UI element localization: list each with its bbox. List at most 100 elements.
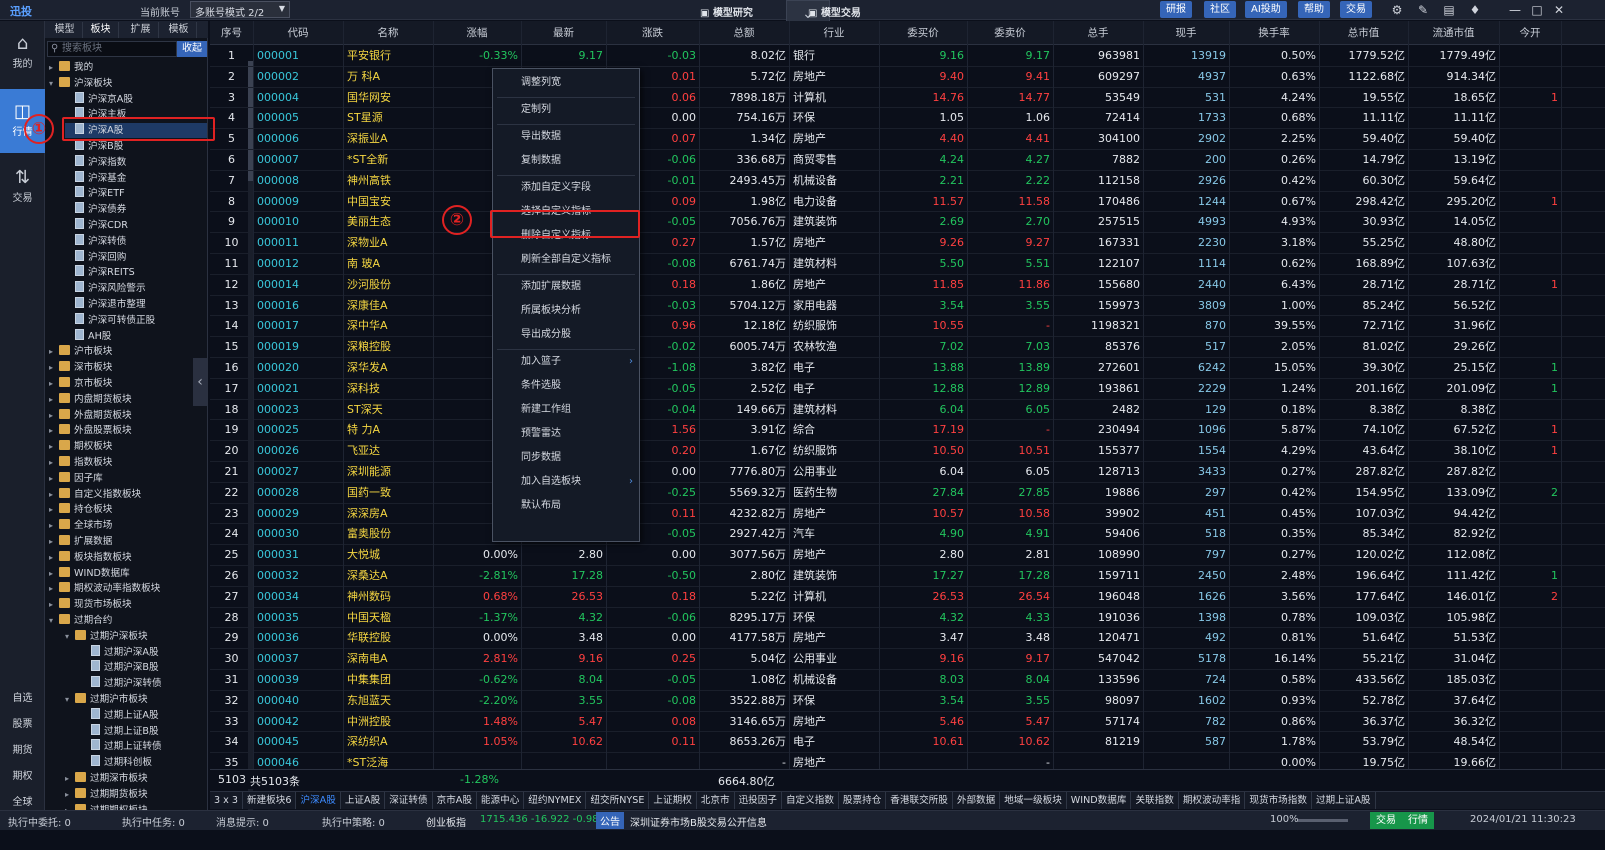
- account-mode-select[interactable]: 多账号模式 2/2 ▼: [190, 1, 290, 19]
- tree-folder[interactable]: ▸ 指数板块: [49, 455, 207, 470]
- sector-tab[interactable]: 关联指数: [1131, 792, 1179, 809]
- caret-right-icon[interactable]: ▸: [49, 518, 59, 533]
- sector-tab[interactable]: 纽约NYMEX: [524, 792, 587, 809]
- table-row[interactable]: 35 000046 *ST泛海 - 房地产 -0.00% 19.75亿 19.66亿: [210, 753, 1605, 769]
- tree-folder[interactable]: ▸ WIND数据库: [49, 566, 207, 581]
- column-header[interactable]: 最新: [521, 21, 606, 45]
- context-menu-item[interactable]: 导出数据: [493, 126, 639, 148]
- caret-right-icon[interactable]: ▸: [49, 502, 59, 517]
- tree-folder[interactable]: ▸ 因子库: [49, 471, 207, 486]
- caret-down-icon[interactable]: ▾: [65, 629, 75, 644]
- tree-folder[interactable]: ▸ 京市板块: [49, 376, 207, 391]
- column-header[interactable]: 行业: [789, 21, 879, 45]
- minimize-icon[interactable]: —: [1508, 3, 1522, 17]
- tree-item[interactable]: 沪深REITS: [65, 265, 207, 280]
- tree-folder[interactable]: ▸ 外盘股票板块: [49, 423, 207, 438]
- column-header[interactable]: 涨跌: [606, 21, 699, 45]
- tab-template[interactable]: 模板: [161, 22, 197, 38]
- tree-folder[interactable]: ▾ 过期沪市板块: [65, 692, 207, 707]
- tree-folder[interactable]: ▸ 扩展数据: [49, 534, 207, 549]
- tree-item[interactable]: 沪深B股: [65, 139, 207, 154]
- tree-item[interactable]: 沪深基金: [65, 170, 207, 186]
- table-row[interactable]: 31 000039 中集集团 -0.62% 8.04 -0.05 1.08亿 机械设备 8.03…: [210, 670, 1605, 691]
- table-row[interactable]: 23000029深深房A1.0.114232.82万房地产10.5710.583…: [210, 504, 1605, 525]
- status-trade-button[interactable]: 交易: [1370, 812, 1402, 829]
- sector-tab[interactable]: 香港联交所股: [886, 792, 953, 809]
- layout-icon[interactable]: ▤: [1442, 3, 1456, 17]
- table-row[interactable]: 12000014沙河股份0.0.181.86亿房地产11.8511.861556…: [210, 275, 1605, 296]
- sector-tab[interactable]: 3 x 3: [210, 792, 243, 809]
- edit-icon[interactable]: ✎: [1416, 3, 1430, 17]
- nav-global[interactable]: 全球: [0, 793, 45, 808]
- table-row[interactable]: 6000007*ST全新-1.-0.06336.68万商贸零售4.244.277…: [210, 150, 1605, 171]
- table-row[interactable]: 4 000005 ST星源 0.00 754.16万 环保 1.05 1.06 72414 173…: [210, 108, 1605, 130]
- caret-right-icon[interactable]: ▸: [49, 566, 59, 581]
- context-menu-item[interactable]: 刷新全部自定义指标: [493, 249, 639, 271]
- column-header[interactable]: 总手: [1053, 21, 1143, 45]
- column-header[interactable]: 代码: [253, 21, 343, 45]
- table-row[interactable]: 24000030富奥股份-0.-0.052927.42万汽车4.904.9159…: [210, 524, 1605, 546]
- tree-item[interactable]: AH股: [65, 328, 207, 344]
- tree-item[interactable]: 过期科创板: [81, 755, 207, 770]
- column-header[interactable]: 流通市值: [1408, 21, 1499, 45]
- tree-item[interactable]: 沪深退市整理: [65, 297, 207, 312]
- sector-tab[interactable]: WIND数据库: [1067, 792, 1132, 809]
- tree-item[interactable]: 过期沪深B股: [81, 660, 207, 675]
- tree-item[interactable]: 过期上证转债: [81, 739, 207, 754]
- context-menu-item[interactable]: 所属板块分析: [493, 300, 639, 322]
- table-row[interactable]: 29 000036 华联控股 0.00% 3.48 0.00 4177.58万 房地产 3.47…: [210, 628, 1605, 650]
- sector-tab[interactable]: 纽交所NYSE: [586, 792, 650, 809]
- trade-button[interactable]: 交易: [1340, 1, 1372, 18]
- column-header[interactable]: 委卖价: [967, 21, 1053, 45]
- shirt-icon[interactable]: ♦: [1468, 3, 1482, 17]
- sector-tab[interactable]: 迅投因子: [735, 792, 782, 809]
- table-row[interactable]: 13000016深康佳A-0.-0.035704.12万家用电器3.543.55…: [210, 296, 1605, 317]
- sidebar-toggle-icon[interactable]: ‹: [193, 358, 207, 406]
- table-row[interactable]: 15000019深粮控股-0.-0.026005.74万农林牧渔7.027.03…: [210, 337, 1605, 358]
- sector-tab[interactable]: 深证转债: [385, 792, 433, 809]
- caret-right-icon[interactable]: ▸: [49, 487, 59, 502]
- column-header[interactable]: 委买价: [879, 21, 967, 45]
- nav-mine[interactable]: ⌂ 我的: [0, 33, 45, 70]
- table-row[interactable]: 2 000002 万 科A 0.01 5.72亿 房地产 9.40 9.41 609297 493…: [210, 67, 1605, 88]
- tree-folder[interactable]: ▸ 深市板块: [49, 360, 207, 375]
- sector-tab[interactable]: 上证期权: [649, 792, 697, 809]
- tree-folder[interactable]: ▾ 过期沪深板块: [65, 629, 207, 644]
- caret-down-icon[interactable]: ▾: [65, 692, 75, 707]
- research-report-button[interactable]: 研报: [1160, 1, 1192, 18]
- sector-tab[interactable]: 现货市场指数: [1245, 792, 1312, 809]
- nav-futures[interactable]: 期货: [0, 741, 45, 756]
- column-header[interactable]: 现手: [1143, 21, 1229, 45]
- caret-right-icon[interactable]: ▸: [49, 60, 59, 75]
- tree-item[interactable]: 沪深京A股: [65, 91, 207, 107]
- caret-right-icon[interactable]: ▸: [49, 423, 59, 438]
- tree-item[interactable]: 过期上证B股: [81, 723, 207, 739]
- table-row[interactable]: 32 000040 东旭蓝天 -2.20% 3.55 -0.08 3522.88万 环保 3.5…: [210, 691, 1605, 712]
- tab-model[interactable]: 模型: [47, 22, 83, 38]
- context-menu-item[interactable]: 加入自选板块 ›: [493, 471, 639, 493]
- nav-watchlist[interactable]: 自选: [0, 689, 45, 704]
- tree-item[interactable]: 过期沪深A股: [81, 644, 207, 660]
- context-menu-item[interactable]: 复制数据: [493, 150, 639, 172]
- column-header[interactable]: 换手率: [1229, 21, 1319, 45]
- caret-right-icon[interactable]: ▸: [49, 471, 59, 486]
- tree-folder[interactable]: ▸ 内盘期货板块: [49, 392, 207, 407]
- tree-item[interactable]: 沪深ETF: [65, 186, 207, 201]
- caret-right-icon[interactable]: ▸: [49, 392, 59, 407]
- tab-extend[interactable]: 扩展: [123, 22, 159, 38]
- notice-text[interactable]: 深圳证券市场B股交易公开信息: [630, 814, 767, 829]
- sector-tab[interactable]: 新建板块6: [243, 792, 297, 809]
- sector-tab[interactable]: 期权波动率指: [1179, 792, 1246, 809]
- caret-right-icon[interactable]: ▸: [49, 455, 59, 470]
- tree-item[interactable]: 沪深风险警示: [65, 281, 207, 296]
- context-menu-item[interactable]: 调整列宽: [493, 72, 639, 94]
- tab-sector[interactable]: 板块: [83, 22, 119, 38]
- sector-tab[interactable]: 上证A股: [341, 792, 386, 809]
- table-row[interactable]: 20000026飞亚达2.0.201.67亿纺织服饰10.5010.511553…: [210, 441, 1605, 462]
- tree-folder[interactable]: ▸ 过期深市板块: [65, 771, 207, 786]
- caret-right-icon[interactable]: ▸: [49, 344, 59, 359]
- caret-right-icon[interactable]: ▸: [49, 597, 59, 612]
- tree-item[interactable]: 沪深债券: [65, 202, 207, 217]
- table-row[interactable]: 17000021深科技-0.-0.052.52亿电子12.8812.891938…: [210, 379, 1605, 400]
- tree-folder[interactable]: ▸ 期权波动率指数板块: [49, 581, 207, 596]
